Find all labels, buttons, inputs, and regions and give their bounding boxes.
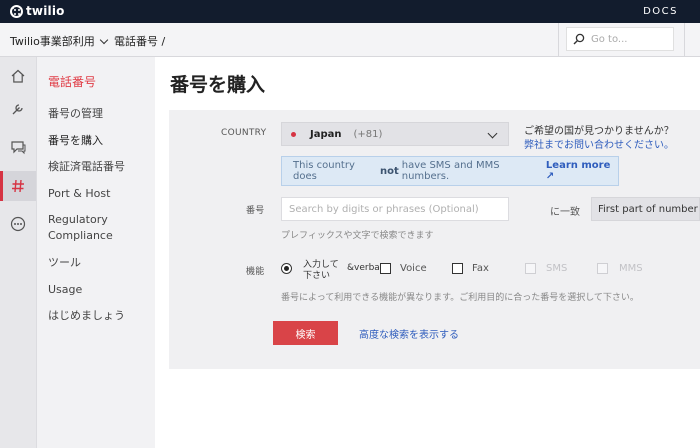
fax-label: Fax — [472, 263, 489, 274]
chat-icon — [10, 141, 25, 155]
tools-icon — [12, 104, 23, 115]
voice-label: Voice — [400, 263, 427, 274]
breadcrumb[interactable]: 電話番号 / — [114, 33, 165, 49]
twilio-logo-icon — [10, 4, 23, 18]
fax-checkbox[interactable] — [452, 263, 463, 274]
sidenav-item-manage-numbers[interactable]: 番号の管理 — [48, 106, 103, 122]
capability-radio[interactable] — [281, 263, 292, 274]
capabilities-hint: 番号によって利用できる機能が異なります。ご利用目的に合った番号を選択して下さい。 — [281, 293, 639, 303]
sidenav-title: 電話番号 — [48, 75, 97, 89]
rail-chat[interactable] — [0, 132, 36, 162]
account-switcher[interactable]: Twilio事業部利用 — [10, 33, 109, 49]
search-icon — [573, 33, 585, 45]
page-title: 番号を購入 — [170, 74, 266, 96]
mms-checkbox — [597, 263, 608, 274]
sidenav-item-buy-number[interactable]: 番号を購入 — [48, 133, 103, 149]
sidenav-item-getting-started[interactable]: はじめましょう — [48, 308, 125, 324]
search-button[interactable]: 検索 — [273, 321, 338, 345]
sub-bar: Twilio事業部利用 電話番号 / — [0, 23, 700, 57]
icon-rail — [0, 57, 37, 448]
rail-phone-numbers[interactable] — [0, 171, 36, 201]
country-label: COUNTRY — [221, 128, 267, 138]
docs-link[interactable]: DOCS — [643, 6, 678, 17]
advanced-search-link[interactable]: 高度な検索を表示する — [359, 326, 459, 341]
voice-checkbox[interactable] — [380, 263, 391, 274]
sidenav-item-verified-numbers[interactable]: 検証済電話番号 — [48, 159, 125, 175]
mms-label: MMS — [619, 263, 643, 274]
verba-text: &verba — [347, 263, 380, 273]
match-type-value: First part of number — [598, 203, 698, 215]
learn-more-link[interactable]: Learn more ↗ — [546, 160, 618, 182]
divider — [684, 23, 685, 57]
main-content: 番号を購入 COUNTRY Japan (+81) ご希望の国が見つかりませんか… — [155, 57, 700, 448]
rail-tools[interactable] — [0, 94, 36, 124]
capabilities-label: 機能 — [246, 267, 265, 277]
side-nav: 電話番号 番号の管理 番号を購入 検証済電話番号 Port & Host Reg… — [37, 57, 155, 448]
sidenav-item-regulatory-compliance[interactable]: Regulatory Compliance — [48, 212, 128, 244]
number-hint: プレフィックスや文字で検索できます — [281, 231, 434, 241]
country-not-found-text: ご希望の国が見つかりませんか？ — [524, 126, 674, 137]
rail-home[interactable] — [0, 61, 36, 91]
chevron-down-icon — [99, 35, 109, 44]
info-prefix: This country does — [293, 160, 355, 182]
divider — [558, 23, 559, 57]
search-panel: COUNTRY Japan (+81) ご希望の国が見つかりませんか？ 弊社まで… — [169, 110, 700, 369]
home-icon — [11, 69, 25, 83]
match-type-select[interactable]: First part of number — [591, 197, 700, 221]
country-select[interactable]: Japan (+81) — [281, 122, 509, 146]
number-label: 番号 — [246, 206, 265, 216]
capability-radio-label: 入力して下さい — [303, 260, 339, 281]
sms-checkbox — [525, 263, 536, 274]
goto-search-input[interactable] — [591, 33, 671, 45]
match-label: に一致 — [550, 207, 580, 218]
account-name: Twilio事業部利用 — [10, 35, 95, 48]
more-icon — [10, 216, 26, 232]
sidenav-item-usage[interactable]: Usage — [48, 282, 82, 298]
contact-us-link[interactable]: 弊社までお問い合わせください。 — [524, 136, 674, 151]
number-search-input[interactable] — [281, 197, 509, 221]
goto-search[interactable] — [566, 27, 674, 51]
sidenav-item-tools[interactable]: ツール — [48, 255, 81, 271]
sms-mms-info-box: This country does not have SMS and MMS n… — [281, 156, 619, 186]
hash-icon — [12, 179, 24, 193]
country-name: Japan — [310, 128, 342, 140]
chevron-down-icon — [487, 128, 498, 139]
logo-text: twilio — [26, 4, 65, 18]
country-code: (+81) — [353, 128, 383, 140]
sidenav-item-port-host[interactable]: Port & Host — [48, 186, 110, 202]
info-bold: not — [379, 165, 399, 177]
japan-flag-icon — [291, 131, 296, 137]
top-bar: twilio DOCS — [0, 0, 700, 23]
rail-more[interactable] — [0, 209, 36, 239]
twilio-logo[interactable]: twilio — [10, 4, 65, 18]
info-suffix: have SMS and MMS numbers. — [401, 160, 500, 182]
sms-label: SMS — [546, 263, 568, 274]
